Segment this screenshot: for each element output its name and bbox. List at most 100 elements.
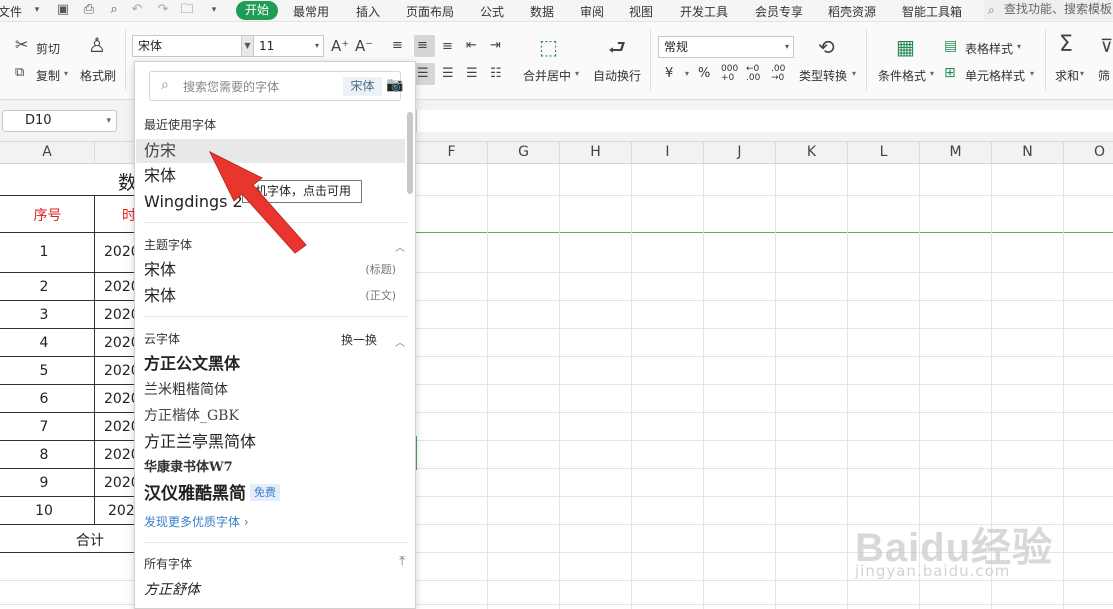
increase-font-icon[interactable]: A⁺ xyxy=(331,37,349,55)
convert-type-button[interactable]: 类型转换 xyxy=(799,67,847,84)
number-format-combo[interactable]: 常规 ▾ xyxy=(658,36,794,58)
filter-icon[interactable]: ⊽ xyxy=(1100,38,1113,56)
align-center-icon[interactable]: ☰ xyxy=(417,65,429,83)
chevron-down-icon[interactable]: ▾ xyxy=(30,3,44,17)
tab-page-layout[interactable]: 页面布局 xyxy=(406,3,454,20)
column-header-i[interactable]: I xyxy=(632,142,704,164)
tab-home[interactable]: 开始 xyxy=(236,1,278,20)
font-item-all[interactable]: 方正舒体 xyxy=(144,578,406,602)
format-painter-button[interactable]: 格式刷 xyxy=(80,67,116,84)
justify-icon[interactable]: ☰ xyxy=(466,65,478,83)
cell-style-icon[interactable]: ⊞ xyxy=(944,64,956,82)
font-item-theme[interactable]: 宋体 (正文) xyxy=(144,284,406,308)
formula-input[interactable] xyxy=(416,110,1113,132)
align-top-icon[interactable]: ≡ xyxy=(392,37,403,55)
column-header-l[interactable]: L xyxy=(848,142,920,164)
column-header-f[interactable]: F xyxy=(416,142,488,164)
align-bottom-icon[interactable]: ≡ xyxy=(442,38,453,56)
format-painter-icon[interactable]: ♙ xyxy=(88,35,106,55)
collapse-chevron-icon[interactable]: ︿ xyxy=(395,239,405,254)
tab-view[interactable]: 视图 xyxy=(629,3,653,20)
font-item-cloud[interactable]: 汉仪雅酷黑简 免费 xyxy=(144,482,406,506)
column-header-a[interactable]: A xyxy=(0,142,95,164)
column-header-h[interactable]: H xyxy=(560,142,632,164)
chevron-down-icon[interactable]: ▾ xyxy=(1017,42,1021,51)
font-item-cloud[interactable]: 兰米粗楷简体 xyxy=(144,378,406,402)
decrease-indent-icon[interactable]: ⇤ xyxy=(466,37,477,55)
open-folder-icon[interactable]: 🗀 xyxy=(180,3,194,17)
chevron-down-icon[interactable]: ▼ xyxy=(241,36,253,56)
merge-center-button[interactable]: 合并居中 xyxy=(523,67,571,84)
collapse-chevron-icon[interactable]: ︿ xyxy=(395,334,405,349)
chevron-down-icon[interactable]: ▾ xyxy=(930,69,934,78)
undo-icon[interactable]: ↶ xyxy=(130,3,144,17)
distributed-icon[interactable]: ☷ xyxy=(490,65,502,83)
chevron-down-icon[interactable]: ▾ xyxy=(685,69,689,78)
column-header-n[interactable]: N xyxy=(992,142,1064,164)
tab-frequent[interactable]: 最常用 xyxy=(293,3,329,20)
chevron-down-icon[interactable]: ▾ xyxy=(1080,69,1084,78)
thousands-separator-icon[interactable]: 000 +0 xyxy=(721,65,738,83)
function-search-box[interactable]: ⌕ 查找功能、搜索模板 xyxy=(984,0,1113,20)
column-header-o[interactable]: O xyxy=(1064,142,1113,164)
font-item-cloud[interactable]: 华康隶书体W7 xyxy=(144,456,406,480)
tab-review[interactable]: 审阅 xyxy=(580,3,604,20)
percent-button[interactable]: % xyxy=(698,66,710,81)
tab-formulas[interactable]: 公式 xyxy=(480,3,504,20)
tab-developer[interactable]: 开发工具 xyxy=(680,3,728,20)
tab-docer[interactable]: 稻壳资源 xyxy=(828,3,876,20)
chevron-down-icon[interactable]: ▾ xyxy=(575,69,579,78)
conditional-format-icon[interactable]: ▦ xyxy=(896,37,915,57)
table-style-icon[interactable]: ▤ xyxy=(944,37,957,55)
chevron-down-icon[interactable]: ▾ xyxy=(1030,69,1034,78)
currency-button[interactable]: ¥ xyxy=(665,66,673,81)
column-header-k[interactable]: K xyxy=(776,142,848,164)
tab-data[interactable]: 数据 xyxy=(530,3,554,20)
chevron-down-icon[interactable]: ▾ xyxy=(311,36,323,56)
sum-icon[interactable]: Σ xyxy=(1059,34,1073,56)
sum-button[interactable]: 求和 xyxy=(1055,67,1079,84)
font-panel-scrollbar[interactable] xyxy=(407,112,413,194)
decrease-font-icon[interactable]: A⁻ xyxy=(355,37,373,55)
chevron-down-icon[interactable]: ▾ xyxy=(781,37,793,57)
discover-more-fonts-link[interactable]: 发现更多优质字体 › xyxy=(144,513,249,530)
merge-center-icon[interactable]: ⬚ xyxy=(539,37,558,57)
name-box[interactable]: D10 ▾ xyxy=(2,110,117,132)
font-size-combo[interactable]: 11 ▾ xyxy=(253,35,324,57)
increase-decimal-icon[interactable]: ←0.00 xyxy=(746,65,760,83)
redo-icon[interactable]: ↷ xyxy=(156,3,170,17)
align-middle-icon[interactable]: ≡ xyxy=(417,37,428,55)
menu-file[interactable]: 文件 xyxy=(0,3,22,20)
save-icon[interactable]: ▣ xyxy=(56,3,70,17)
cell-style-button[interactable]: 单元格样式 xyxy=(965,67,1025,84)
align-right-icon[interactable]: ☰ xyxy=(442,65,454,83)
font-search-input[interactable]: ⌕ 搜索您需要的字体 宋体 📷 xyxy=(149,71,403,101)
chevron-down-icon[interactable]: ▾ xyxy=(852,69,856,78)
tab-member[interactable]: 会员专享 xyxy=(755,3,803,20)
column-header-m[interactable]: M xyxy=(920,142,992,164)
copy-icon[interactable]: ⧉ xyxy=(15,64,24,82)
scroll-to-top-icon[interactable]: ⤒ xyxy=(399,554,405,569)
conditional-format-button[interactable]: 条件格式 xyxy=(878,67,926,84)
print-icon[interactable]: ⎙ xyxy=(82,3,96,17)
column-header-j[interactable]: J xyxy=(704,142,776,164)
column-header-g[interactable]: G xyxy=(488,142,560,164)
copy-dropdown-icon[interactable]: ▾ xyxy=(64,69,68,78)
chevron-down-icon[interactable]: ▾ xyxy=(106,111,111,131)
font-item-cloud[interactable]: 方正楷体_GBK xyxy=(144,404,406,428)
cloud-refresh-link[interactable]: 换一换 xyxy=(341,331,377,348)
convert-type-icon[interactable]: ⟲ xyxy=(818,37,835,57)
font-name-combo[interactable]: 宋体 ▼ xyxy=(132,35,254,57)
font-item-cloud[interactable]: 方正兰亭黑简体 xyxy=(144,430,406,454)
filter-button[interactable]: 筛 xyxy=(1098,67,1110,84)
tab-smart-toolbox[interactable]: 智能工具箱 xyxy=(902,3,962,20)
decrease-decimal-icon[interactable]: .00 →0 xyxy=(771,65,785,83)
scissors-icon[interactable]: ✂ xyxy=(15,36,28,54)
font-item-theme[interactable]: 宋体 (标题) xyxy=(144,258,406,282)
column-header-b[interactable] xyxy=(95,142,135,164)
cut-button[interactable]: 剪切 xyxy=(36,40,60,57)
copy-button[interactable]: 复制 xyxy=(36,67,60,84)
increase-indent-icon[interactable]: ⇥ xyxy=(490,37,501,55)
wrap-text-icon[interactable]: ⮐ xyxy=(608,37,626,57)
tab-insert[interactable]: 插入 xyxy=(356,3,380,20)
